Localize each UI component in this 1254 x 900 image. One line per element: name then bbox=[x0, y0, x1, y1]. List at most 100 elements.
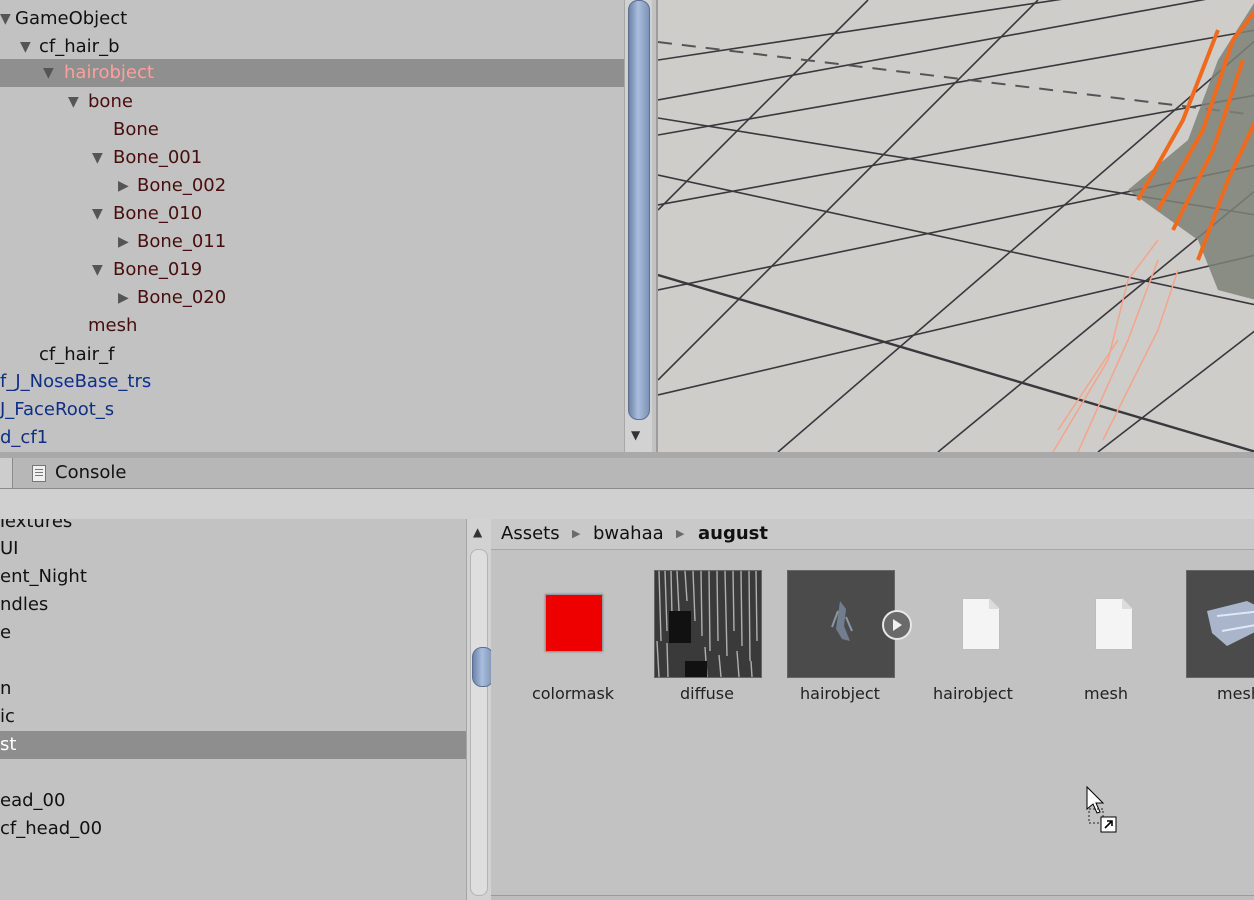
folder-label: ent_Night bbox=[0, 566, 87, 587]
red-swatch-icon bbox=[533, 570, 639, 676]
hierarchy-label: J_FaceRoot_s bbox=[0, 399, 115, 420]
breadcrumb-item-current[interactable]: august bbox=[698, 519, 768, 549]
hierarchy-label: Bone_001 bbox=[113, 147, 203, 168]
folder-item-selected[interactable]: st bbox=[0, 731, 466, 759]
triangle-right-icon[interactable]: ▶ bbox=[118, 172, 129, 200]
scroll-up-icon[interactable]: ▲ bbox=[473, 525, 482, 539]
hierarchy-label: mesh bbox=[88, 315, 138, 336]
scroll-down-icon[interactable]: ▼ bbox=[631, 428, 640, 442]
tab-console-label: Console bbox=[55, 462, 127, 483]
folder-item[interactable]: ead_00 bbox=[0, 787, 466, 815]
hierarchy-row[interactable]: ▼ Bone_001 bbox=[0, 144, 625, 172]
scene-viewport bbox=[658, 0, 1254, 452]
hierarchy-row[interactable]: ▶ Bone_011 bbox=[0, 228, 625, 256]
hierarchy-row[interactable]: ▼ bone bbox=[0, 88, 625, 116]
asset-label: colormask bbox=[531, 684, 615, 703]
folder-label: ic bbox=[0, 706, 15, 727]
triangle-down-icon[interactable]: ▼ bbox=[43, 59, 54, 87]
folder-label: st bbox=[0, 734, 17, 755]
hierarchy-row[interactable]: ▼ Bone_019 bbox=[0, 256, 625, 284]
breadcrumb-item[interactable]: Assets bbox=[501, 519, 560, 549]
asset-label: mesh bbox=[1084, 684, 1128, 703]
triangle-right-icon[interactable]: ▶ bbox=[118, 284, 129, 312]
triangle-down-icon[interactable]: ▼ bbox=[68, 88, 79, 116]
asset-item[interactable]: colormask bbox=[520, 570, 640, 710]
chevron-right-icon: ▶ bbox=[572, 527, 581, 540]
folder-label: ndles bbox=[0, 594, 49, 615]
console-icon bbox=[32, 465, 46, 482]
triangle-down-icon[interactable]: ▼ bbox=[92, 256, 103, 284]
folder-item[interactable]: n bbox=[0, 675, 466, 703]
folder-item[interactable]: ndles bbox=[0, 591, 466, 619]
folder-item[interactable]: e bbox=[0, 619, 466, 647]
hierarchy-label: Bone_002 bbox=[137, 175, 227, 196]
hierarchy-row[interactable]: mesh bbox=[0, 312, 625, 340]
model-preview-icon bbox=[787, 570, 895, 678]
hierarchy-label: GameObject bbox=[15, 8, 128, 29]
document-icon bbox=[920, 570, 1026, 676]
asset-browser: Assets ▶ bwahaa ▶ august colormask diffu… bbox=[491, 519, 1254, 900]
folder-label: Textures bbox=[0, 519, 73, 532]
hierarchy-row[interactable]: ▶ Bone_002 bbox=[0, 172, 625, 200]
project-folder-tree: Textures UI ent_Night ndles e n ic st ea… bbox=[0, 519, 466, 900]
folder-item[interactable]: ic bbox=[0, 703, 466, 731]
project-toolbar bbox=[0, 489, 1254, 520]
triangle-right-icon[interactable]: ▶ bbox=[118, 228, 129, 256]
document-icon bbox=[1053, 570, 1159, 676]
hierarchy-row[interactable]: ▼ Bone_010 bbox=[0, 200, 625, 228]
hierarchy-label: Bone_010 bbox=[113, 203, 203, 224]
folder-scrollbar[interactable]: ▲ bbox=[466, 519, 494, 900]
hierarchy-panel: ▼ GameObject ▼ cf_hair_b ▼ hairobject ▼ … bbox=[0, 0, 652, 452]
scrollbar-thumb[interactable] bbox=[628, 0, 650, 420]
asset-browser-footer bbox=[491, 895, 1254, 900]
asset-item[interactable]: hairobject bbox=[774, 570, 895, 710]
hierarchy-label: hairobject bbox=[64, 62, 154, 83]
hierarchy-label: Bone bbox=[113, 119, 159, 140]
triangle-down-icon[interactable]: ▼ bbox=[92, 144, 103, 172]
folder-label: e bbox=[0, 622, 12, 643]
folder-item[interactable]: UI bbox=[0, 535, 466, 563]
folder-item[interactable] bbox=[0, 759, 466, 787]
folder-item[interactable]: Textures bbox=[0, 519, 466, 536]
breadcrumb: Assets ▶ bwahaa ▶ august bbox=[491, 519, 1254, 550]
asset-item[interactable]: mesh bbox=[1040, 570, 1160, 710]
asset-item[interactable]: hairobject bbox=[907, 570, 1027, 710]
hierarchy-row-selected[interactable]: ▼ hairobject bbox=[0, 59, 625, 87]
hierarchy-row[interactable]: J_FaceRoot_s bbox=[0, 396, 625, 424]
hierarchy-row[interactable]: Bone bbox=[0, 116, 625, 144]
hierarchy-row[interactable]: f_J_NoseBase_trs bbox=[0, 368, 625, 396]
hierarchy-label: d_cf1 bbox=[0, 427, 49, 448]
asset-item[interactable]: mesh bbox=[1173, 570, 1254, 710]
breadcrumb-item[interactable]: bwahaa bbox=[593, 519, 664, 549]
chevron-right-icon: ▶ bbox=[676, 527, 685, 540]
scene-view[interactable] bbox=[656, 0, 1254, 452]
asset-label: hairobject bbox=[933, 684, 1013, 703]
hierarchy-label: Bone_020 bbox=[137, 287, 227, 308]
hierarchy-row[interactable]: ▶ Bone_020 bbox=[0, 284, 625, 312]
triangle-down-icon[interactable]: ▼ bbox=[0, 5, 11, 33]
hierarchy-label: Bone_019 bbox=[113, 259, 203, 280]
scrollbar-track[interactable] bbox=[470, 549, 494, 896]
hierarchy-row[interactable]: cf_hair_f bbox=[0, 341, 625, 369]
tab-bar: Console bbox=[0, 458, 1254, 489]
hierarchy-scrollbar[interactable]: ▼ bbox=[624, 0, 652, 452]
asset-label: mesh bbox=[1217, 684, 1254, 703]
hierarchy-label: bone bbox=[88, 91, 133, 112]
hierarchy-row[interactable]: ▼ GameObject bbox=[0, 5, 625, 33]
folder-item[interactable]: cf_head_00 bbox=[0, 815, 466, 843]
hierarchy-label: Bone_011 bbox=[137, 231, 227, 252]
folder-item[interactable]: ent_Night bbox=[0, 563, 466, 591]
folder-item[interactable] bbox=[0, 647, 466, 675]
folder-label: UI bbox=[0, 538, 19, 559]
hierarchy-label: cf_hair_b bbox=[39, 36, 120, 57]
hierarchy-row[interactable]: ▼ cf_hair_b bbox=[0, 33, 625, 61]
folder-label: n bbox=[0, 678, 12, 699]
asset-label: hairobject bbox=[800, 684, 880, 703]
hierarchy-label: f_J_NoseBase_trs bbox=[0, 371, 152, 392]
triangle-down-icon[interactable]: ▼ bbox=[92, 200, 103, 228]
asset-item[interactable]: diffuse bbox=[641, 570, 762, 710]
tab-project[interactable] bbox=[0, 458, 13, 488]
asset-label: diffuse bbox=[680, 684, 734, 703]
hierarchy-row[interactable]: d_cf1 bbox=[0, 424, 625, 452]
triangle-down-icon[interactable]: ▼ bbox=[20, 33, 31, 61]
